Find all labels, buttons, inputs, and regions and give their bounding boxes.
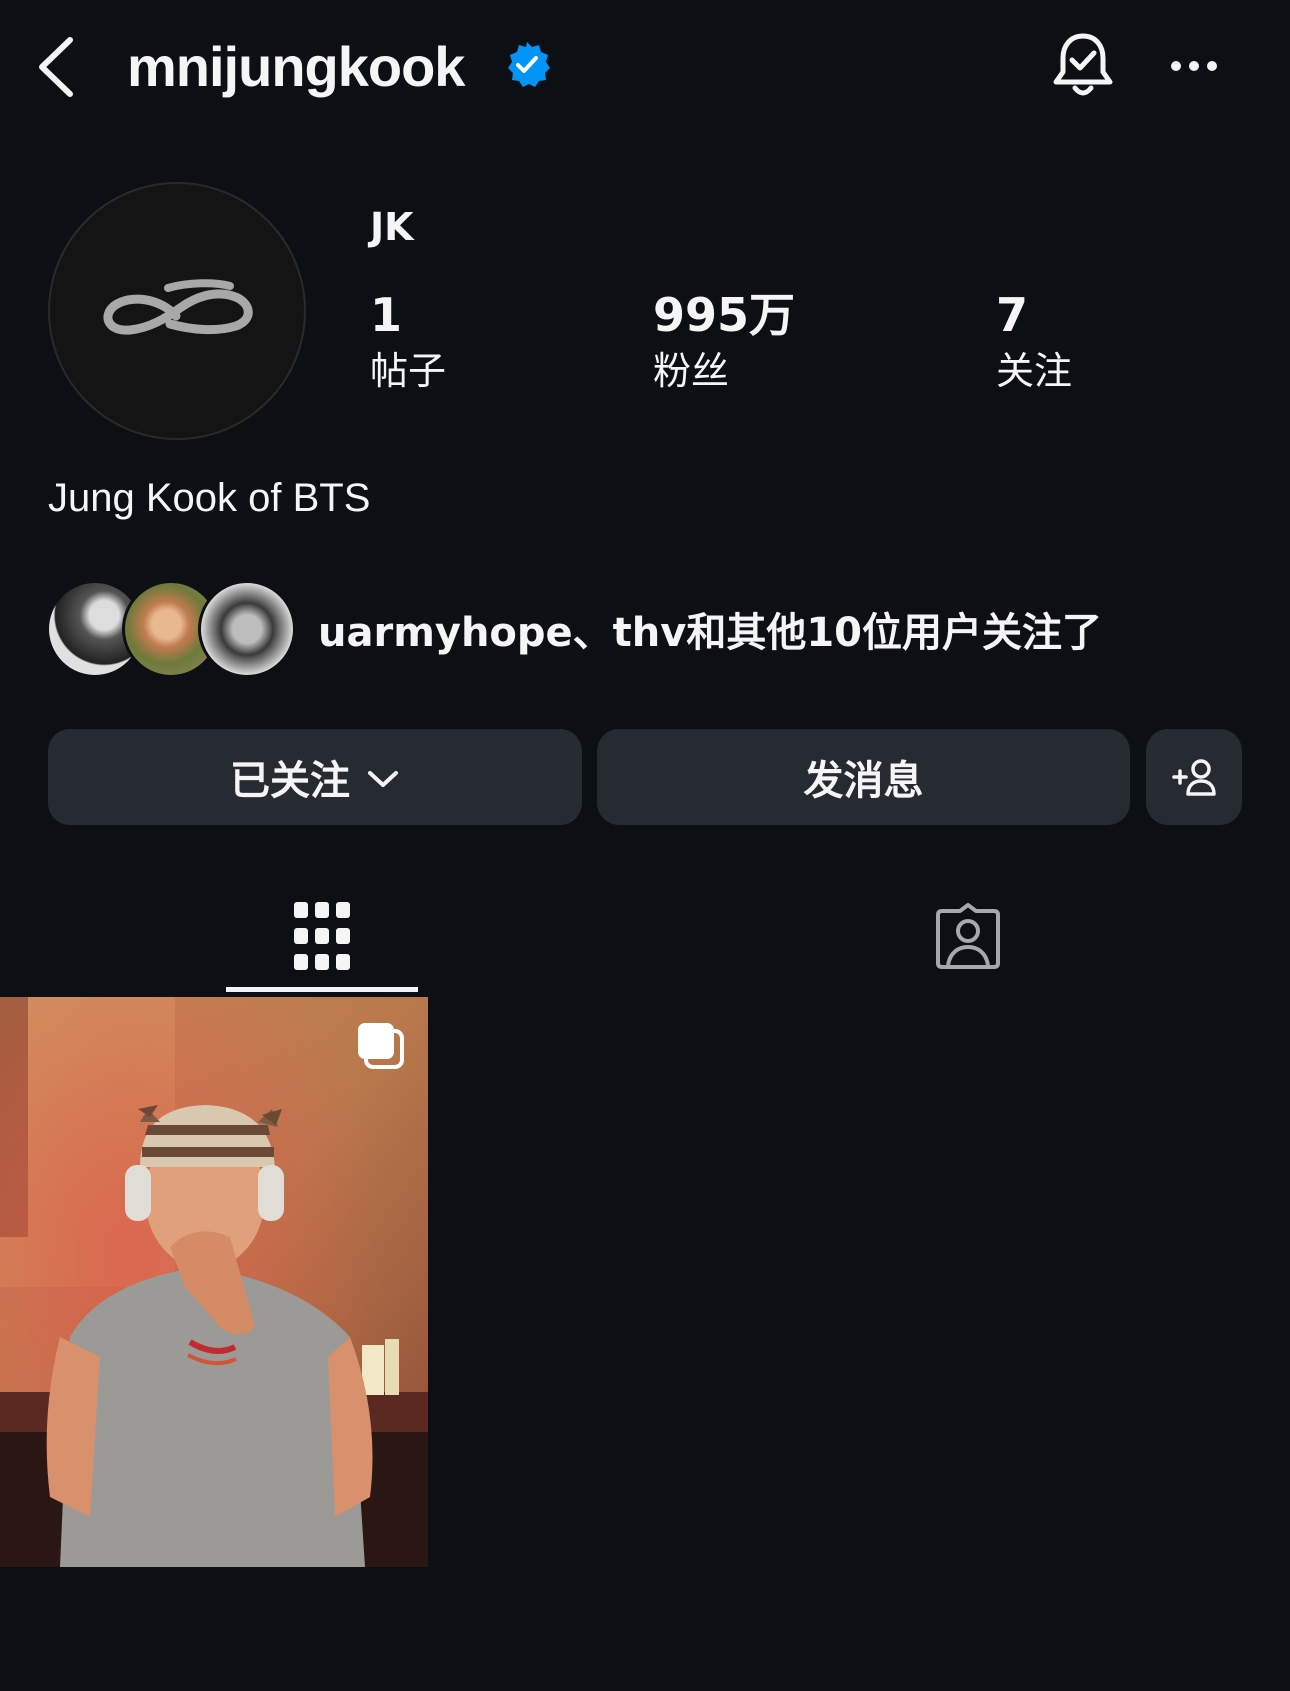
active-tab-indicator <box>226 987 418 992</box>
stat-label: 帖子 <box>370 349 447 393</box>
stat-label: 关注 <box>996 349 1073 393</box>
post-thumbnail[interactable] <box>0 997 428 1567</box>
notification-bell-icon[interactable] <box>1050 28 1116 102</box>
stat-value: 1 <box>370 288 403 342</box>
message-button-label: 发消息 <box>803 758 924 804</box>
stat-followers[interactable]: 995万 粉丝 <box>653 288 795 398</box>
following-button[interactable]: 已关注 <box>48 729 582 825</box>
carousel-icon <box>354 1019 406 1075</box>
more-options-icon[interactable] <box>1168 52 1220 80</box>
grid-icon <box>294 902 350 970</box>
stat-value: 995万 <box>653 288 796 342</box>
stat-following[interactable]: 7 关注 <box>996 288 1072 398</box>
tab-tagged[interactable] <box>908 880 1028 992</box>
post-photo <box>0 997 428 1567</box>
mutual-followers-text[interactable]: uarmyhope、thv和其他10位用户关注了 <box>318 600 1102 658</box>
mutual-avatar <box>198 580 296 678</box>
back-icon[interactable] <box>34 32 84 102</box>
add-person-icon <box>1172 759 1216 796</box>
verified-badge-icon <box>502 40 552 90</box>
profile-bio: Jung Kook of BTS <box>48 476 371 520</box>
message-button[interactable]: 发消息 <box>597 729 1130 825</box>
stat-value: 7 <box>996 288 1029 342</box>
stat-label: 粉丝 <box>653 349 730 393</box>
tagged-icon <box>936 903 1000 969</box>
profile-avatar[interactable] <box>48 182 306 440</box>
suggested-users-button[interactable] <box>1146 729 1242 825</box>
following-button-label: 已关注 <box>230 758 350 804</box>
display-name: JK <box>370 205 414 249</box>
stat-posts[interactable]: 1 帖子 <box>370 288 446 398</box>
profile-username: mnijungkook <box>127 35 465 98</box>
mutual-followers-avatars[interactable] <box>46 580 296 680</box>
infinity-logo-icon <box>103 279 253 335</box>
tab-posts-grid[interactable] <box>226 880 418 992</box>
chevron-down-icon <box>366 754 400 800</box>
